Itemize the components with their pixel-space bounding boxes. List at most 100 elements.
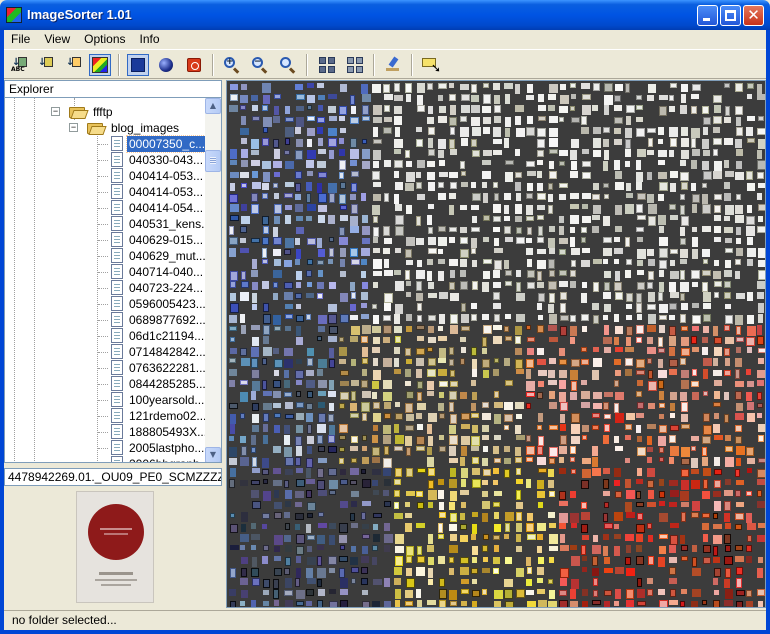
image-thumbnail[interactable] <box>504 402 513 410</box>
image-thumbnail[interactable] <box>493 303 501 309</box>
image-thumbnail[interactable] <box>494 248 503 253</box>
image-thumbnail[interactable] <box>669 457 674 464</box>
image-thumbnail[interactable] <box>405 150 410 158</box>
image-thumbnail[interactable] <box>746 556 752 563</box>
image-thumbnail[interactable] <box>471 139 477 147</box>
image-thumbnail[interactable] <box>713 370 722 376</box>
image-thumbnail[interactable] <box>339 194 346 204</box>
image-thumbnail[interactable] <box>669 326 676 336</box>
image-thumbnail[interactable] <box>307 578 316 584</box>
image-thumbnail[interactable] <box>483 94 491 104</box>
image-thumbnail[interactable] <box>549 293 555 303</box>
image-thumbnail[interactable] <box>724 414 729 423</box>
image-thumbnail[interactable] <box>494 402 503 408</box>
image-thumbnail[interactable] <box>625 557 631 565</box>
image-thumbnail[interactable] <box>747 326 756 336</box>
image-thumbnail[interactable] <box>703 150 710 156</box>
image-thumbnail[interactable] <box>482 314 489 320</box>
image-thumbnail[interactable] <box>284 447 292 457</box>
image-thumbnail[interactable] <box>362 534 370 539</box>
image-thumbnail[interactable] <box>405 436 412 446</box>
image-thumbnail[interactable] <box>438 95 443 101</box>
image-thumbnail[interactable] <box>328 314 337 324</box>
image-thumbnail[interactable] <box>548 380 557 385</box>
image-thumbnail[interactable] <box>307 546 312 552</box>
image-thumbnail[interactable] <box>438 237 447 246</box>
image-thumbnail[interactable] <box>307 139 312 147</box>
image-thumbnail[interactable] <box>747 402 754 410</box>
image-thumbnail[interactable] <box>703 117 711 125</box>
image-thumbnail[interactable] <box>251 391 256 400</box>
image-thumbnail[interactable] <box>648 403 655 409</box>
image-thumbnail[interactable] <box>636 95 642 100</box>
image-thumbnail[interactable] <box>460 337 466 342</box>
image-thumbnail[interactable] <box>427 447 432 455</box>
image-thumbnail[interactable] <box>516 227 522 234</box>
image-thumbnail[interactable] <box>625 347 634 352</box>
image-thumbnail[interactable] <box>636 524 645 533</box>
image-thumbnail[interactable] <box>604 271 611 278</box>
image-thumbnail[interactable] <box>373 248 380 253</box>
image-thumbnail[interactable] <box>713 402 721 407</box>
image-thumbnail[interactable] <box>240 545 245 550</box>
image-thumbnail[interactable] <box>229 248 236 257</box>
image-thumbnail[interactable] <box>450 513 457 522</box>
image-thumbnail[interactable] <box>328 391 336 397</box>
image-thumbnail[interactable] <box>449 172 458 178</box>
image-thumbnail[interactable] <box>681 150 689 159</box>
image-thumbnail[interactable] <box>637 601 646 606</box>
image-thumbnail[interactable] <box>460 490 469 495</box>
image-thumbnail[interactable] <box>504 414 513 422</box>
image-thumbnail[interactable] <box>318 458 327 463</box>
image-thumbnail[interactable] <box>559 590 567 596</box>
image-thumbnail[interactable] <box>537 215 544 220</box>
image-thumbnail[interactable] <box>483 271 490 279</box>
image-thumbnail[interactable] <box>471 84 477 93</box>
image-thumbnail[interactable] <box>339 172 344 179</box>
image-thumbnail[interactable] <box>504 138 509 148</box>
image-thumbnail[interactable] <box>384 479 391 486</box>
image-thumbnail[interactable] <box>449 568 454 575</box>
image-thumbnail[interactable] <box>483 127 490 134</box>
image-thumbnail[interactable] <box>230 513 235 518</box>
image-thumbnail[interactable] <box>647 424 656 429</box>
image-thumbnail[interactable] <box>317 260 324 265</box>
image-thumbnail[interactable] <box>406 94 411 102</box>
image-thumbnail[interactable] <box>230 337 235 342</box>
image-thumbnail[interactable] <box>736 326 741 335</box>
image-thumbnail[interactable] <box>724 534 731 544</box>
image-thumbnail[interactable] <box>417 468 426 473</box>
image-thumbnail[interactable] <box>416 172 421 178</box>
image-thumbnail[interactable] <box>230 183 235 191</box>
image-thumbnail[interactable] <box>296 117 304 127</box>
image-thumbnail[interactable] <box>449 524 457 531</box>
image-thumbnail[interactable] <box>472 457 479 464</box>
image-thumbnail[interactable] <box>559 249 566 255</box>
image-thumbnail[interactable] <box>263 579 270 588</box>
image-thumbnail[interactable] <box>747 458 755 464</box>
image-thumbnail[interactable] <box>317 369 323 376</box>
image-thumbnail[interactable] <box>758 116 764 121</box>
image-thumbnail[interactable] <box>549 161 554 169</box>
image-thumbnail[interactable] <box>372 205 380 215</box>
image-thumbnail[interactable] <box>670 413 675 418</box>
image-thumbnail[interactable] <box>592 226 599 233</box>
image-thumbnail[interactable] <box>559 117 564 122</box>
image-thumbnail[interactable] <box>670 171 678 178</box>
image-thumbnail[interactable] <box>296 94 305 100</box>
image-thumbnail[interactable] <box>427 545 434 552</box>
image-thumbnail[interactable] <box>373 150 381 160</box>
image-thumbnail[interactable] <box>329 359 335 368</box>
image-thumbnail[interactable] <box>361 469 366 474</box>
image-thumbnail[interactable] <box>537 271 542 281</box>
image-thumbnail[interactable] <box>603 479 609 489</box>
image-thumbnail[interactable] <box>471 95 479 102</box>
image-thumbnail[interactable] <box>703 171 712 180</box>
image-thumbnail[interactable] <box>230 84 238 90</box>
image-thumbnail[interactable] <box>262 513 270 519</box>
image-thumbnail[interactable] <box>428 337 436 343</box>
image-thumbnail[interactable] <box>647 502 656 507</box>
image-thumbnail[interactable] <box>681 469 689 477</box>
image-thumbnail[interactable] <box>241 590 248 598</box>
image-thumbnail[interactable] <box>273 139 279 148</box>
